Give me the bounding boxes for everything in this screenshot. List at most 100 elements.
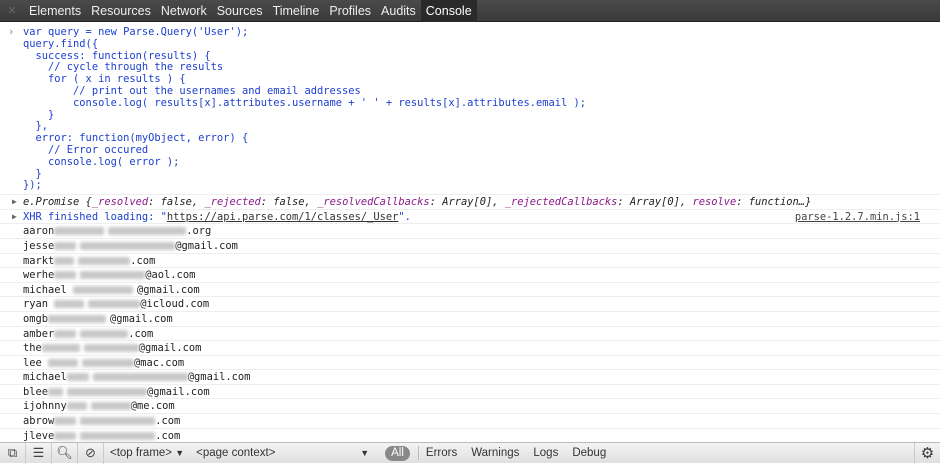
username-prefix: omgb (23, 312, 49, 325)
redacted-text (66, 373, 89, 382)
username-prefix: michael (23, 371, 67, 384)
console-output[interactable]: › var query = new Parse.Query('User'); qu… (0, 23, 940, 442)
email-suffix: @gmail.com (138, 342, 202, 355)
prop: _rejectedCallbacks (504, 196, 618, 209)
redacted-text (48, 387, 64, 396)
redacted-text (48, 314, 107, 323)
console-toolbar: ⧉ ☰ 🔍︎ ⊘ <top frame> ▼ <page context> ▼ A… (0, 442, 940, 464)
xhr-url-link[interactable]: https://api.parse.com/1/classes/_User (167, 211, 398, 223)
redacted-text (54, 300, 85, 309)
tab-audits[interactable]: Audits (376, 0, 421, 22)
filter-debug[interactable]: Debug (565, 447, 613, 459)
redacted-text (83, 344, 139, 353)
redacted-text (80, 329, 129, 338)
username-prefix: jesse (23, 239, 55, 252)
log-row: michael @gmail.com (0, 370, 940, 385)
code-text: var query = new Parse.Query('User'); que… (23, 26, 587, 192)
email-suffix: .org (186, 225, 212, 238)
log-row: michael @gmail.com (0, 283, 940, 298)
username-prefix: aaron (23, 225, 55, 238)
xhr-message[interactable]: ▶ XHR finished loading: "https://api.pars… (0, 210, 940, 225)
val: : Array[0], (429, 196, 505, 209)
context-label: <page context> (196, 447, 276, 459)
redacted-text (90, 402, 131, 411)
username-prefix: michael (23, 283, 74, 296)
username-prefix: ryan (23, 298, 55, 311)
tab-sources[interactable]: Sources (212, 0, 268, 22)
clear-console-icon[interactable]: ⊘ (78, 442, 104, 464)
email-suffix: @aol.com (145, 269, 196, 282)
log-row: werhe @aol.com (0, 268, 940, 283)
search-icon[interactable]: 🔍︎ (52, 442, 78, 464)
log-row: jesse @gmail.com (0, 239, 940, 254)
redacted-text (88, 300, 141, 309)
tab-timeline[interactable]: Timeline (268, 0, 325, 22)
redacted-text (54, 227, 105, 236)
dock-icon[interactable]: ⧉ (0, 442, 26, 464)
email-suffix: @gmail.com (137, 283, 200, 296)
filter-warnings[interactable]: Warnings (464, 447, 526, 459)
log-row: lee @mac.com (0, 356, 940, 371)
source-link[interactable]: parse-1.2.7.min.js:1 (795, 210, 920, 225)
frame-select[interactable]: <top frame> ▼ (104, 443, 190, 464)
expand-triangle-icon[interactable]: ▶ (12, 210, 17, 225)
username-prefix: abrow (23, 415, 55, 428)
username-prefix: werhe (23, 269, 55, 282)
log-row: amber .com (0, 327, 940, 342)
redacted-text (48, 358, 79, 367)
redacted-text (78, 256, 131, 265)
email-suffix: .com (155, 429, 181, 442)
redacted-text (66, 402, 87, 411)
close-icon[interactable]: ✕ (0, 4, 24, 17)
filter-logs[interactable]: Logs (526, 447, 565, 459)
redacted-text (80, 271, 146, 280)
email-suffix: @gmail.com (147, 385, 210, 398)
redacted-text (82, 358, 135, 367)
redacted-text (54, 256, 75, 265)
username-prefix: ijohnny (23, 400, 67, 413)
username-prefix: lee (23, 356, 49, 369)
dropdown-arrow-icon: ▼ (175, 448, 185, 458)
drawer-toggle-icon[interactable]: ☰ (26, 442, 52, 464)
redacted-text (54, 241, 77, 250)
prop: _resolvedCallbacks (317, 196, 430, 209)
filter-all[interactable]: All (385, 445, 410, 461)
context-select[interactable]: <page context> ▼ (190, 443, 375, 464)
email-suffix: @icloud.com (140, 298, 210, 311)
gear-icon[interactable]: ⚙ (914, 442, 940, 464)
tab-console[interactable]: Console (420, 0, 477, 22)
tab-resources[interactable]: Resources (86, 0, 156, 22)
tab-profiles[interactable]: Profiles (324, 0, 376, 22)
tab-network[interactable]: Network (156, 0, 212, 22)
redacted-text (108, 227, 187, 236)
log-row: jleve .com (0, 429, 940, 442)
promise-message[interactable]: ▶ e.Promise {_resolved: false, _rejected:… (0, 195, 940, 210)
redacted-text (80, 241, 176, 250)
prop: _rejected (204, 196, 261, 209)
email-suffix: .com (128, 327, 154, 340)
redacted-text (80, 417, 156, 426)
email-suffix: @gmail.com (187, 371, 251, 384)
devtools-tabbar: ✕ Elements Resources Network Sources Tim… (0, 0, 940, 22)
redacted-text (92, 373, 188, 382)
quote: ". (398, 210, 411, 223)
dropdown-arrow-icon: ▼ (360, 448, 370, 458)
email-suffix: .com (155, 415, 181, 428)
log-row: ijohnny @me.com (0, 399, 940, 415)
val: : false, (148, 196, 205, 209)
log-row: blee @gmail.com (0, 385, 940, 400)
log-row: ryan @icloud.com (0, 297, 940, 312)
log-row: the @gmail.com (0, 341, 940, 356)
tab-elements[interactable]: Elements (24, 0, 86, 22)
log-row: abrow .com (0, 414, 940, 429)
frame-label: <top frame> (110, 447, 173, 459)
expand-triangle-icon[interactable]: ▶ (12, 195, 17, 210)
prompt-chevron-icon: › (8, 26, 15, 38)
redacted-text (41, 344, 80, 353)
prop: resolve (692, 196, 737, 209)
username-prefix: markt (23, 254, 55, 267)
redacted-text (54, 417, 77, 426)
filter-errors[interactable]: Errors (419, 447, 464, 459)
username-prefix: blee (23, 385, 49, 398)
username-prefix: jleve (23, 429, 55, 442)
